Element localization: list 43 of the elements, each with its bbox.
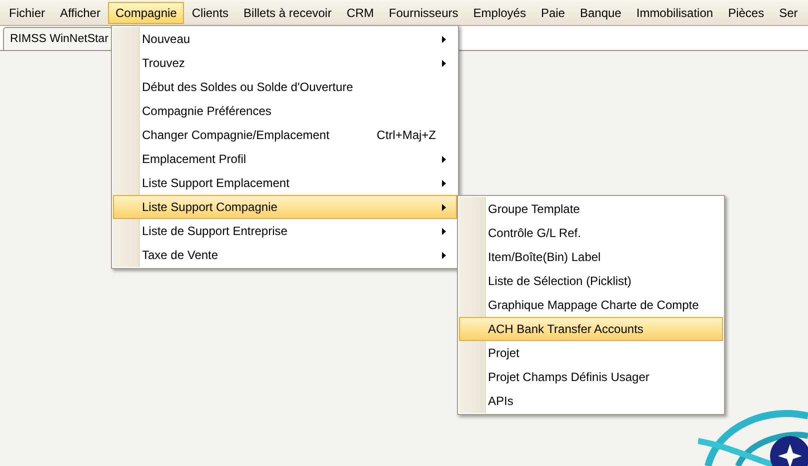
menu-item[interactable]: Changer Compagnie/Emplacement Ctrl+Maj+Z [113, 123, 457, 147]
menu-bar-item[interactable]: Fichier [2, 2, 52, 24]
menu-item[interactable]: Contrôle G/L Ref. [459, 221, 723, 245]
menu-item[interactable]: Taxe de Vente [113, 243, 457, 267]
menu-item-label: Emplacement Profil [142, 152, 248, 166]
menu-item[interactable]: APIs [459, 389, 723, 413]
menu-bar-item[interactable]: Ser [772, 2, 805, 24]
menu-item[interactable]: Liste Support Compagnie [113, 195, 457, 219]
menu-bar-item[interactable]: Afficher [53, 2, 108, 24]
menu-item[interactable]: Groupe Template [459, 197, 723, 221]
menu-bar-item[interactable]: CRM [340, 2, 381, 24]
menu-item-label: Liste Support Emplacement [142, 176, 290, 190]
menu-item[interactable]: Trouvez [113, 51, 457, 75]
menu-bar-item[interactable]: Banque [572, 2, 628, 24]
menu-bar-item[interactable]: Fournisseurs [382, 2, 466, 24]
menu-item-label: Liste Support Compagnie [142, 200, 278, 214]
menu-item-label: Liste de Support Entreprise [142, 224, 288, 238]
menu-bar-item[interactable]: Employés [466, 2, 533, 24]
menu-bar-item[interactable]: Pièces [721, 2, 772, 24]
menu-item-label: Taxe de Vente [142, 248, 220, 262]
menu-item[interactable]: Projet Champs Définis Usager [459, 365, 723, 389]
menu-item-label: Trouvez [142, 56, 186, 70]
menu-item-label: Nouveau [142, 32, 192, 46]
menu-bar-item[interactable]: Compagnie [108, 2, 184, 24]
shortcut-label: Ctrl+Maj+Z [376, 128, 436, 142]
menu-item[interactable]: Liste de Sélection (Picklist) [459, 269, 723, 293]
menu-bar-item[interactable]: Immobilisation [629, 2, 720, 24]
menu-item-label: Début des Soldes ou Solde d'Ouverture [142, 80, 354, 94]
menu-item[interactable]: Début des Soldes ou Solde d'Ouverture [113, 75, 457, 99]
menu-item-label: Changer Compagnie/Emplacement [142, 128, 330, 142]
menu-item[interactable]: Compagnie Préférences [113, 99, 457, 123]
menu-item-label: Compagnie Préférences [142, 104, 272, 118]
menu-item[interactable]: Item/Boîte(Bin) Label [459, 245, 723, 269]
menu-item[interactable]: Liste de Support Entreprise [113, 219, 457, 243]
menu-item[interactable]: Projet [459, 341, 723, 365]
menu-bar-item[interactable]: Paie [534, 2, 572, 24]
menu-bar-item[interactable]: Billets à recevoir [236, 2, 339, 24]
menu-item[interactable]: ACH Bank Transfer Accounts [459, 317, 723, 341]
menu-item[interactable]: Nouveau [113, 27, 457, 51]
menu-item[interactable]: Emplacement Profil [113, 147, 457, 171]
menu-bar-item[interactable]: Clients [184, 2, 236, 24]
menu-item[interactable]: Graphique Mappage Charte de Compte [459, 293, 723, 317]
menu-item[interactable]: Liste Support Emplacement [113, 171, 457, 195]
